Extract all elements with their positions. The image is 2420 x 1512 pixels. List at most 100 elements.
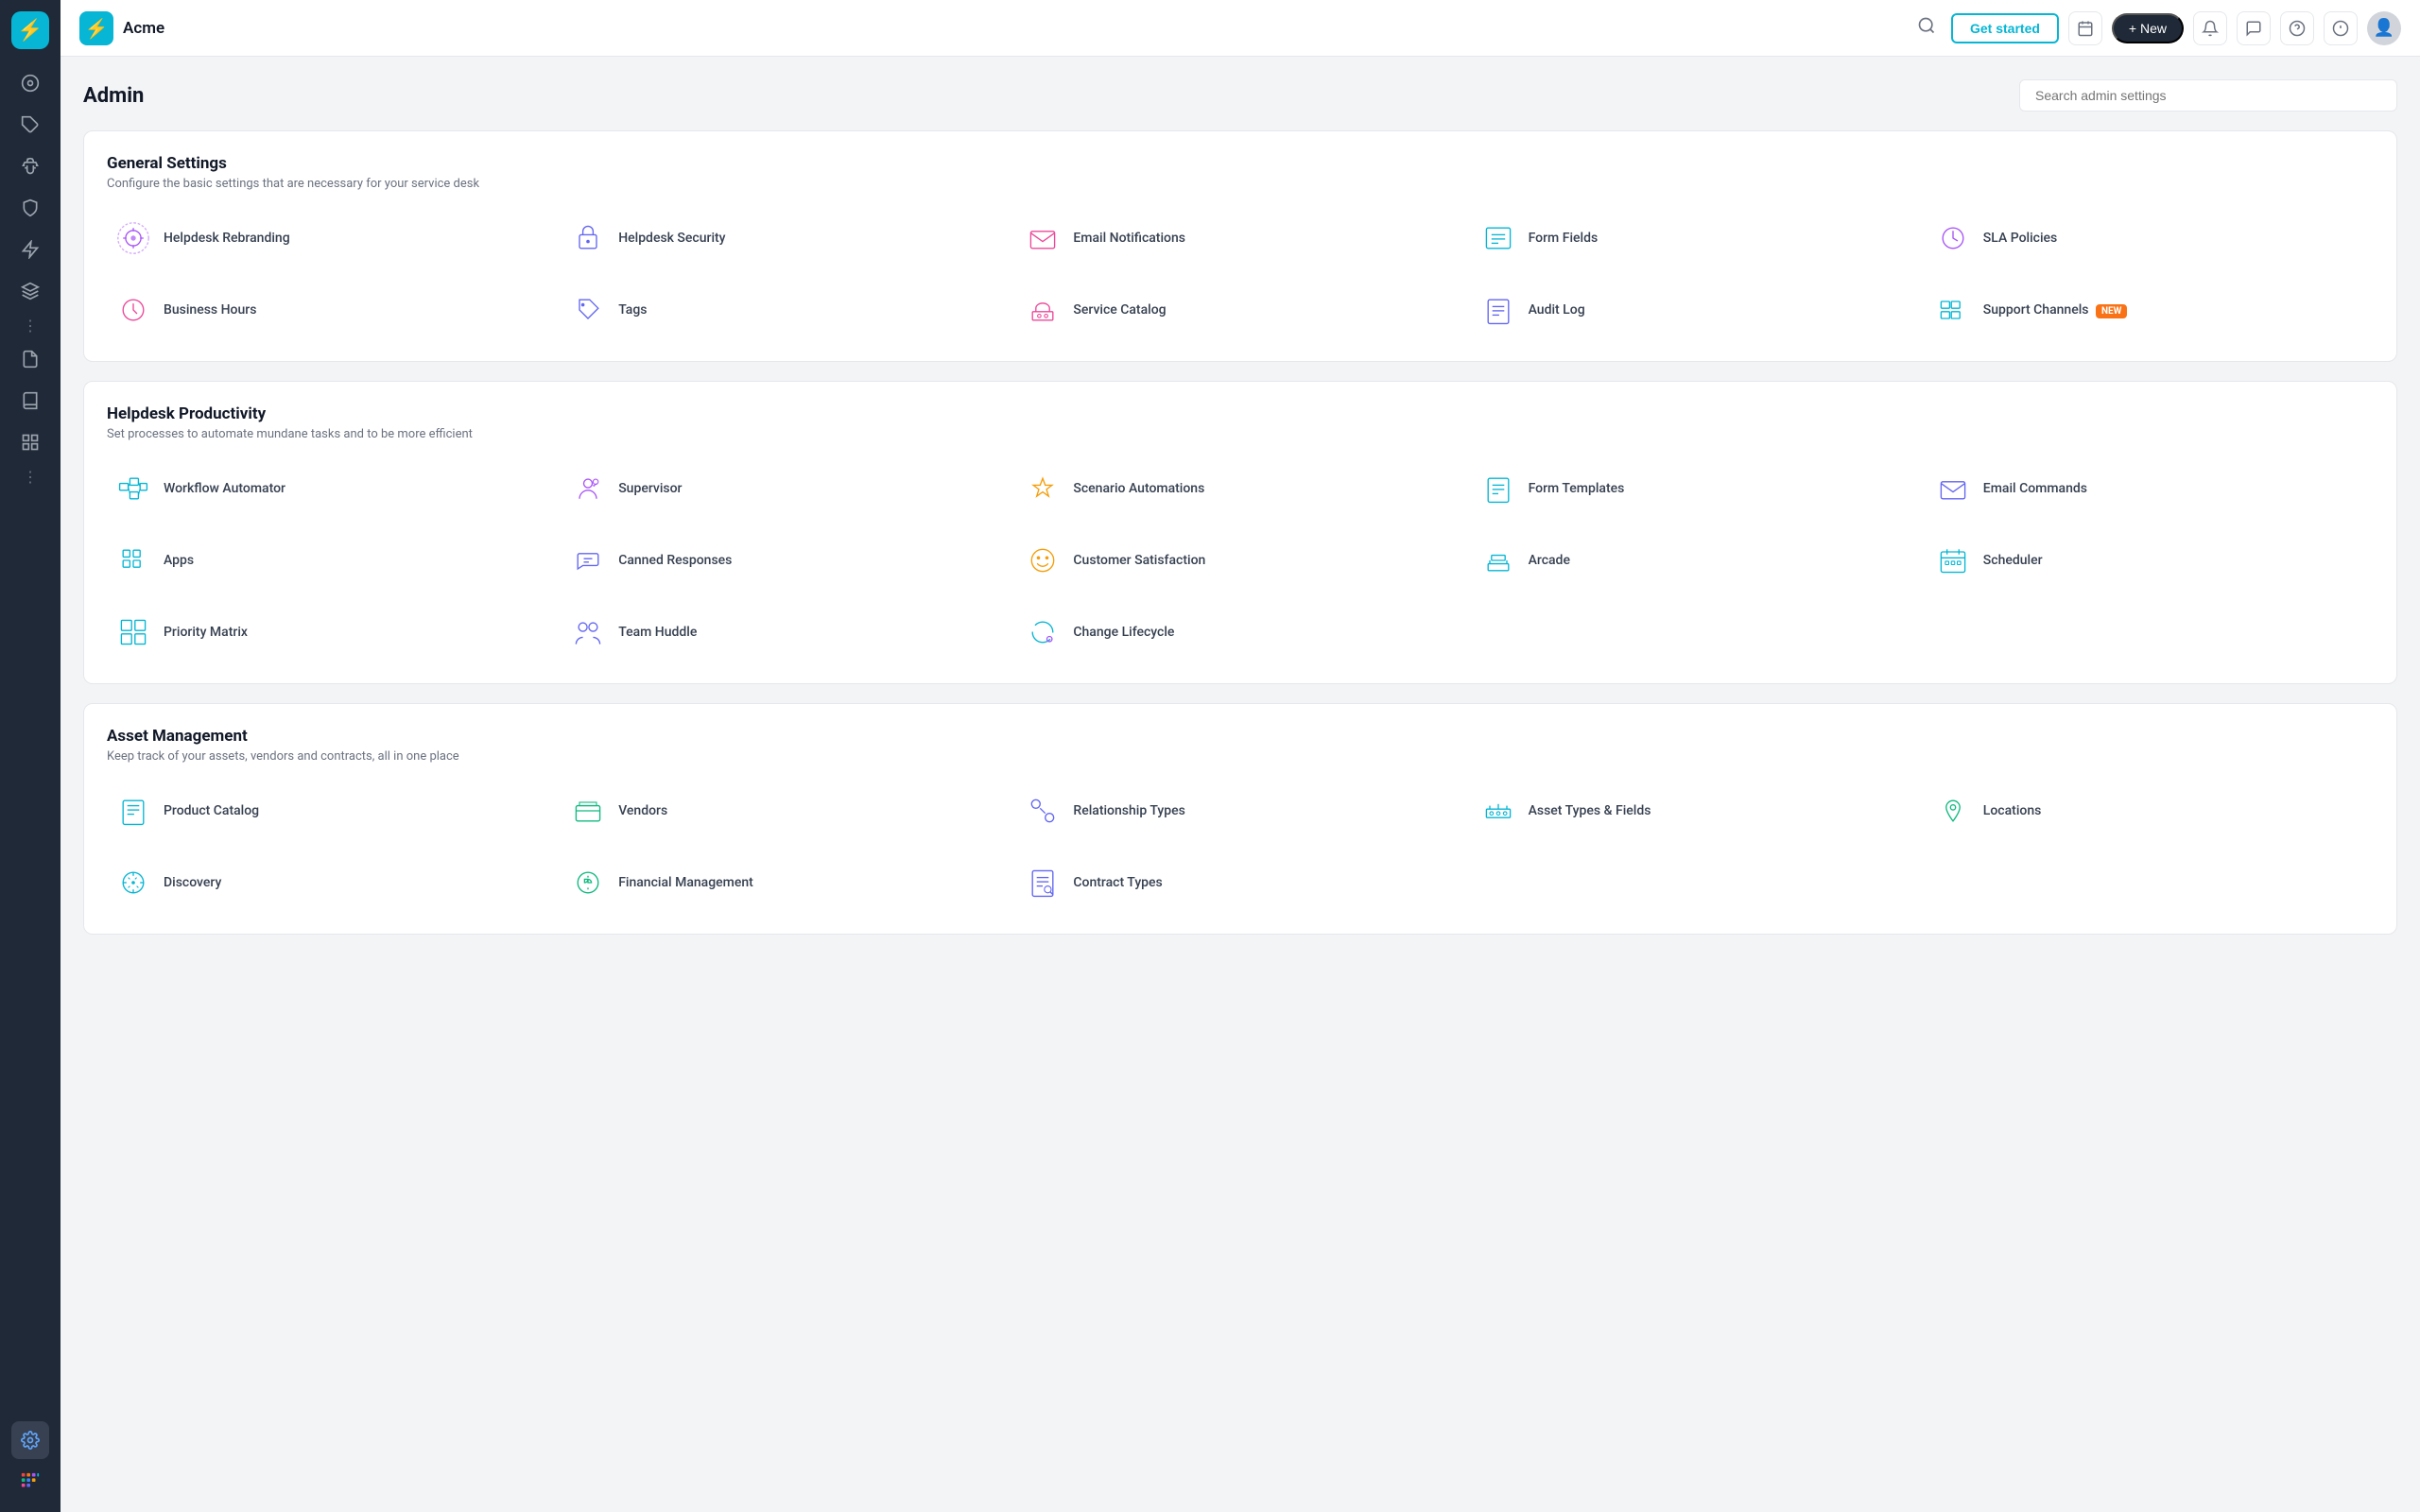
item-form-fields[interactable]: Form Fields <box>1472 210 1919 266</box>
item-contract-types[interactable]: Contract Types <box>1016 854 1463 911</box>
item-relationship-types[interactable]: Relationship Types <box>1016 782 1463 839</box>
item-tags[interactable]: Tags <box>562 282 1009 338</box>
sidebar-icon-chart[interactable] <box>11 423 49 461</box>
item-helpdesk-security[interactable]: Helpdesk Security <box>562 210 1009 266</box>
canned-label: Canned Responses <box>618 553 732 568</box>
asset-grid: Product Catalog Vendors Relationship Typ… <box>107 782 2374 911</box>
audit-log-icon <box>1479 291 1517 329</box>
topbar-calendar-button[interactable] <box>2068 11 2102 45</box>
email-commands-label: Email Commands <box>1983 481 2087 496</box>
item-helpdesk-rebranding[interactable]: Helpdesk Rebranding <box>107 210 554 266</box>
locations-icon <box>1934 792 1972 830</box>
item-product-catalog[interactable]: Product Catalog <box>107 782 554 839</box>
sidebar-icon-layers[interactable] <box>11 272 49 310</box>
item-priority-matrix[interactable]: Priority Matrix <box>107 604 554 661</box>
get-started-button[interactable]: Get started <box>1951 13 2059 43</box>
sidebar-dots-2[interactable]: ⋮ <box>23 465 38 488</box>
item-scenario-automations[interactable]: Scenario Automations <box>1016 460 1463 517</box>
item-workflow-automator[interactable]: Workflow Automator <box>107 460 554 517</box>
topbar-info-button[interactable] <box>2324 11 2358 45</box>
topbar-help-button[interactable] <box>2280 11 2314 45</box>
sidebar-icon-bolt[interactable] <box>11 231 49 268</box>
asset-title: Asset Management <box>107 727 2374 746</box>
sidebar-dots-1[interactable]: ⋮ <box>23 314 38 336</box>
item-support-channels[interactable]: Support Channels NEW <box>1927 282 2374 338</box>
productivity-section: Helpdesk Productivity Set processes to a… <box>83 381 2397 684</box>
security-icon <box>569 219 607 257</box>
discovery-icon <box>114 864 152 902</box>
item-email-commands[interactable]: Email Commands <box>1927 460 2374 517</box>
email-notif-icon <box>1024 219 1062 257</box>
tags-label: Tags <box>618 302 647 318</box>
sidebar-icon-doc[interactable] <box>11 340 49 378</box>
relationship-icon <box>1024 792 1062 830</box>
item-email-notifications[interactable]: Email Notifications <box>1016 210 1463 266</box>
topbar-bell-button[interactable] <box>2193 11 2227 45</box>
sidebar-icon-settings[interactable] <box>11 1421 49 1459</box>
item-apps[interactable]: Apps <box>107 532 554 589</box>
item-scheduler[interactable]: Scheduler <box>1927 532 2374 589</box>
item-vendors[interactable]: Vendors <box>562 782 1009 839</box>
product-catalog-label: Product Catalog <box>164 803 259 818</box>
sidebar-logo[interactable]: ⚡ <box>11 11 49 49</box>
item-sla-policies[interactable]: SLA Policies <box>1927 210 2374 266</box>
emailcmd-icon <box>1934 470 1972 507</box>
sla-icon <box>1934 219 1972 257</box>
item-asset-types-fields[interactable]: Asset Types & Fields <box>1472 782 1919 839</box>
vendors-label: Vendors <box>618 803 667 818</box>
general-settings-title: General Settings <box>107 154 2374 173</box>
lifecycle-icon <box>1024 613 1062 651</box>
topbar-chat-button[interactable] <box>2237 11 2271 45</box>
sidebar-icon-grid[interactable] <box>11 1463 49 1501</box>
item-discovery[interactable]: Discovery <box>107 854 554 911</box>
topbar-brand: ⚡ Acme <box>79 11 1900 45</box>
new-button[interactable]: + New <box>2112 13 2184 43</box>
audit-log-label: Audit Log <box>1529 302 1585 318</box>
change-lifecycle-label: Change Lifecycle <box>1073 625 1174 640</box>
topbar-search-button[interactable] <box>1911 10 1942 45</box>
item-service-catalog[interactable]: Service Catalog <box>1016 282 1463 338</box>
supervisor-icon <box>569 470 607 507</box>
item-business-hours[interactable]: Business Hours <box>107 282 554 338</box>
productcat-icon <box>114 792 152 830</box>
sidebar-icon-bug[interactable] <box>11 147 49 185</box>
supervisor-label: Supervisor <box>618 481 682 496</box>
priority-matrix-label: Priority Matrix <box>164 625 248 640</box>
matrix-icon <box>114 613 152 651</box>
sidebar-icon-tag[interactable] <box>11 106 49 144</box>
item-arcade[interactable]: Arcade <box>1472 532 1919 589</box>
workflow-label: Workflow Automator <box>164 481 285 496</box>
service-catalog-icon <box>1024 291 1062 329</box>
item-canned-responses[interactable]: Canned Responses <box>562 532 1009 589</box>
item-form-templates[interactable]: Form Templates <box>1472 460 1919 517</box>
huddle-icon <box>569 613 607 651</box>
asset-section: Asset Management Keep track of your asse… <box>83 703 2397 935</box>
admin-header: Admin <box>83 79 2397 112</box>
scheduler-label: Scheduler <box>1983 553 2043 568</box>
sla-label: SLA Policies <box>1983 231 2057 246</box>
item-customer-satisfaction[interactable]: Customer Satisfaction <box>1016 532 1463 589</box>
scheduler-icon <box>1934 541 1972 579</box>
asset-subtitle: Keep track of your assets, vendors and c… <box>107 749 2374 764</box>
item-audit-log[interactable]: Audit Log <box>1472 282 1919 338</box>
user-avatar[interactable]: 👤 <box>2367 11 2401 45</box>
financial-label: Financial Management <box>618 875 753 890</box>
item-change-lifecycle[interactable]: Change Lifecycle <box>1016 604 1463 661</box>
sidebar-icon-book[interactable] <box>11 382 49 420</box>
sidebar-icon-home[interactable] <box>11 64 49 102</box>
form-fields-label: Form Fields <box>1529 231 1599 246</box>
sidebar-icon-shield[interactable] <box>11 189 49 227</box>
general-settings-section: General Settings Configure the basic set… <box>83 130 2397 362</box>
csat-icon <box>1024 541 1062 579</box>
general-settings-grid: Helpdesk Rebranding Helpdesk Security Em… <box>107 210 2374 338</box>
admin-search-input[interactable] <box>2019 79 2397 112</box>
topbar: ⚡ Acme Get started + New 👤 <box>60 0 2420 57</box>
item-financial-management[interactable]: Financial Management <box>562 854 1009 911</box>
contract-label: Contract Types <box>1073 875 1162 890</box>
item-supervisor[interactable]: Supervisor <box>562 460 1009 517</box>
apps-icon <box>114 541 152 579</box>
item-locations[interactable]: Locations <box>1927 782 2374 839</box>
item-team-huddle[interactable]: Team Huddle <box>562 604 1009 661</box>
productivity-title: Helpdesk Productivity <box>107 404 2374 423</box>
rebranding-icon <box>114 219 152 257</box>
